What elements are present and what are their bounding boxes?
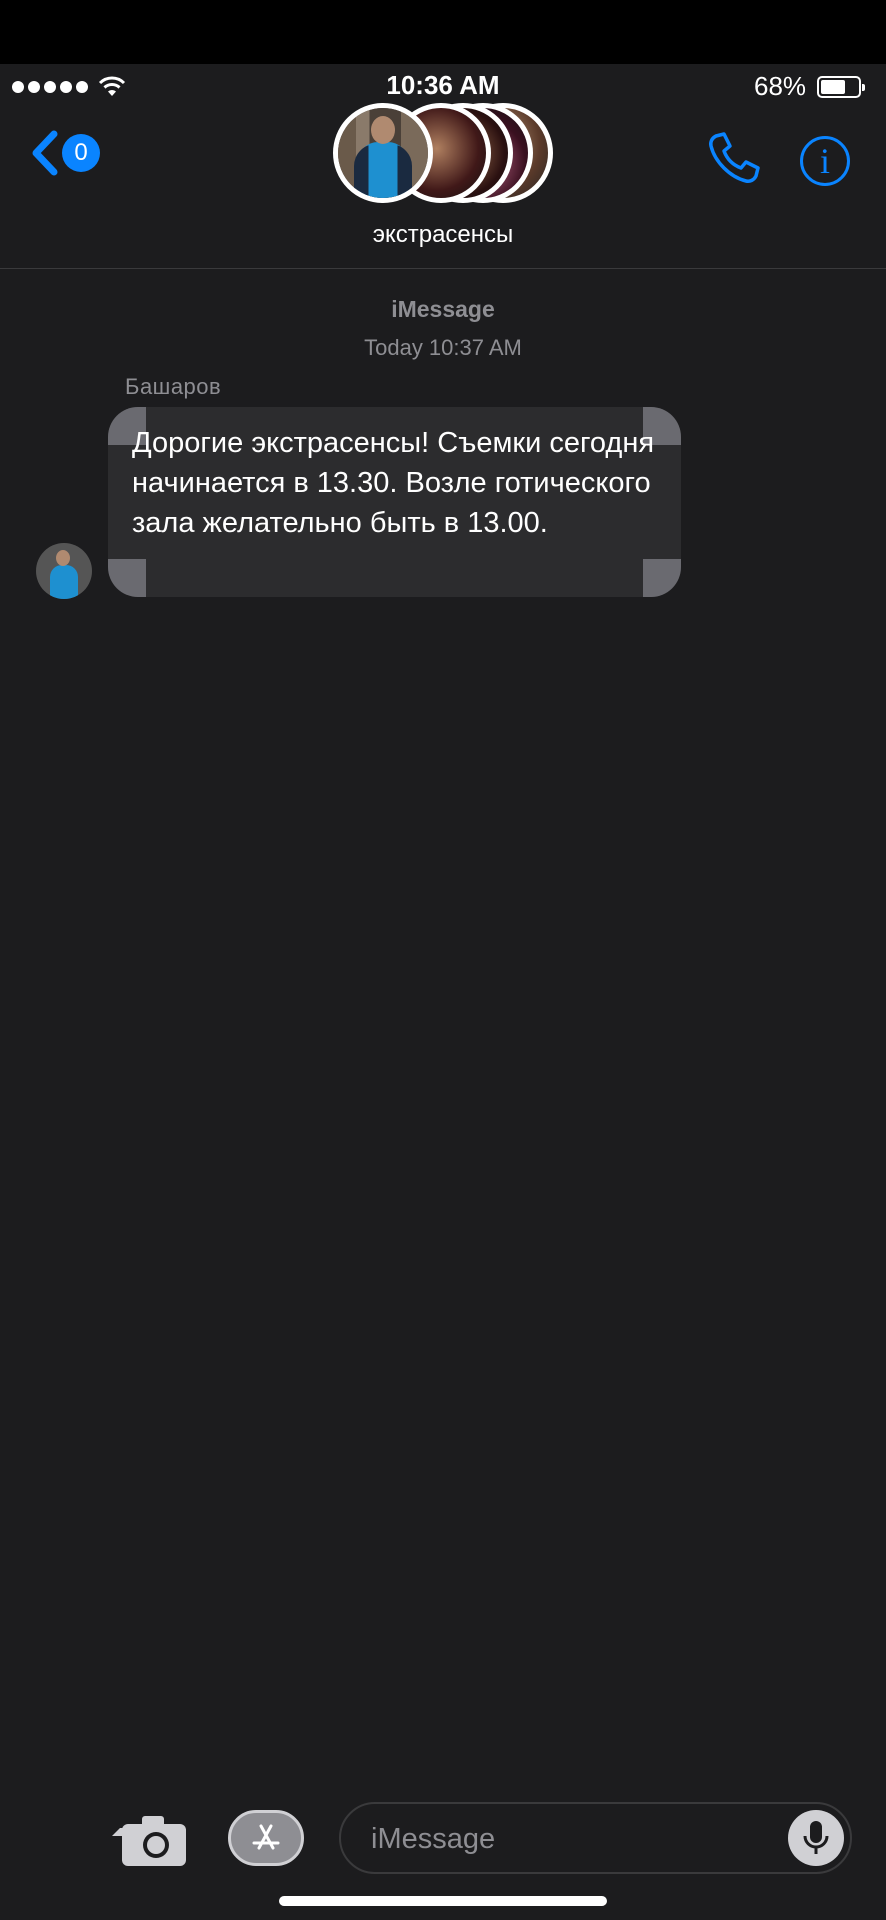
- app-store-icon: [252, 1824, 280, 1850]
- back-chevron-icon: [32, 130, 58, 176]
- messages-screen: 10:36 AM 68% 0 экстрасенсы i iMessage To…: [0, 0, 886, 1920]
- message-input-field[interactable]: [339, 1802, 852, 1874]
- back-button[interactable]: 0: [30, 130, 100, 176]
- app-store-button[interactable]: [228, 1810, 304, 1866]
- sender-avatar[interactable]: [36, 543, 92, 599]
- group-avatars[interactable]: [333, 103, 553, 203]
- top-black-bar: [0, 0, 886, 64]
- message-timestamp: Today 10:37 AM: [364, 335, 522, 360]
- microphone-button[interactable]: [788, 1810, 844, 1866]
- camera-icon[interactable]: [108, 1812, 190, 1868]
- info-button[interactable]: i: [800, 136, 850, 186]
- sender-name: Башаров: [125, 374, 222, 399]
- info-icon: i: [819, 141, 830, 181]
- battery-icon: [817, 76, 865, 98]
- avatar: [333, 103, 433, 203]
- message-input[interactable]: [371, 1818, 771, 1860]
- service-label: iMessage: [391, 296, 495, 322]
- microphone-icon: [803, 1821, 829, 1854]
- message-bubble[interactable]: Дорогие экстрасенсы! Съемки сегодня начи…: [108, 407, 681, 597]
- message-text: Дорогие экстрасенсы! Съемки сегодня начи…: [132, 427, 655, 539]
- phone-icon[interactable]: [706, 130, 762, 186]
- battery-percent: 68%: [754, 71, 807, 101]
- group-name[interactable]: экстрасенсы: [0, 221, 886, 249]
- unread-count-badge: 0: [62, 134, 100, 172]
- home-indicator[interactable]: [279, 1896, 607, 1906]
